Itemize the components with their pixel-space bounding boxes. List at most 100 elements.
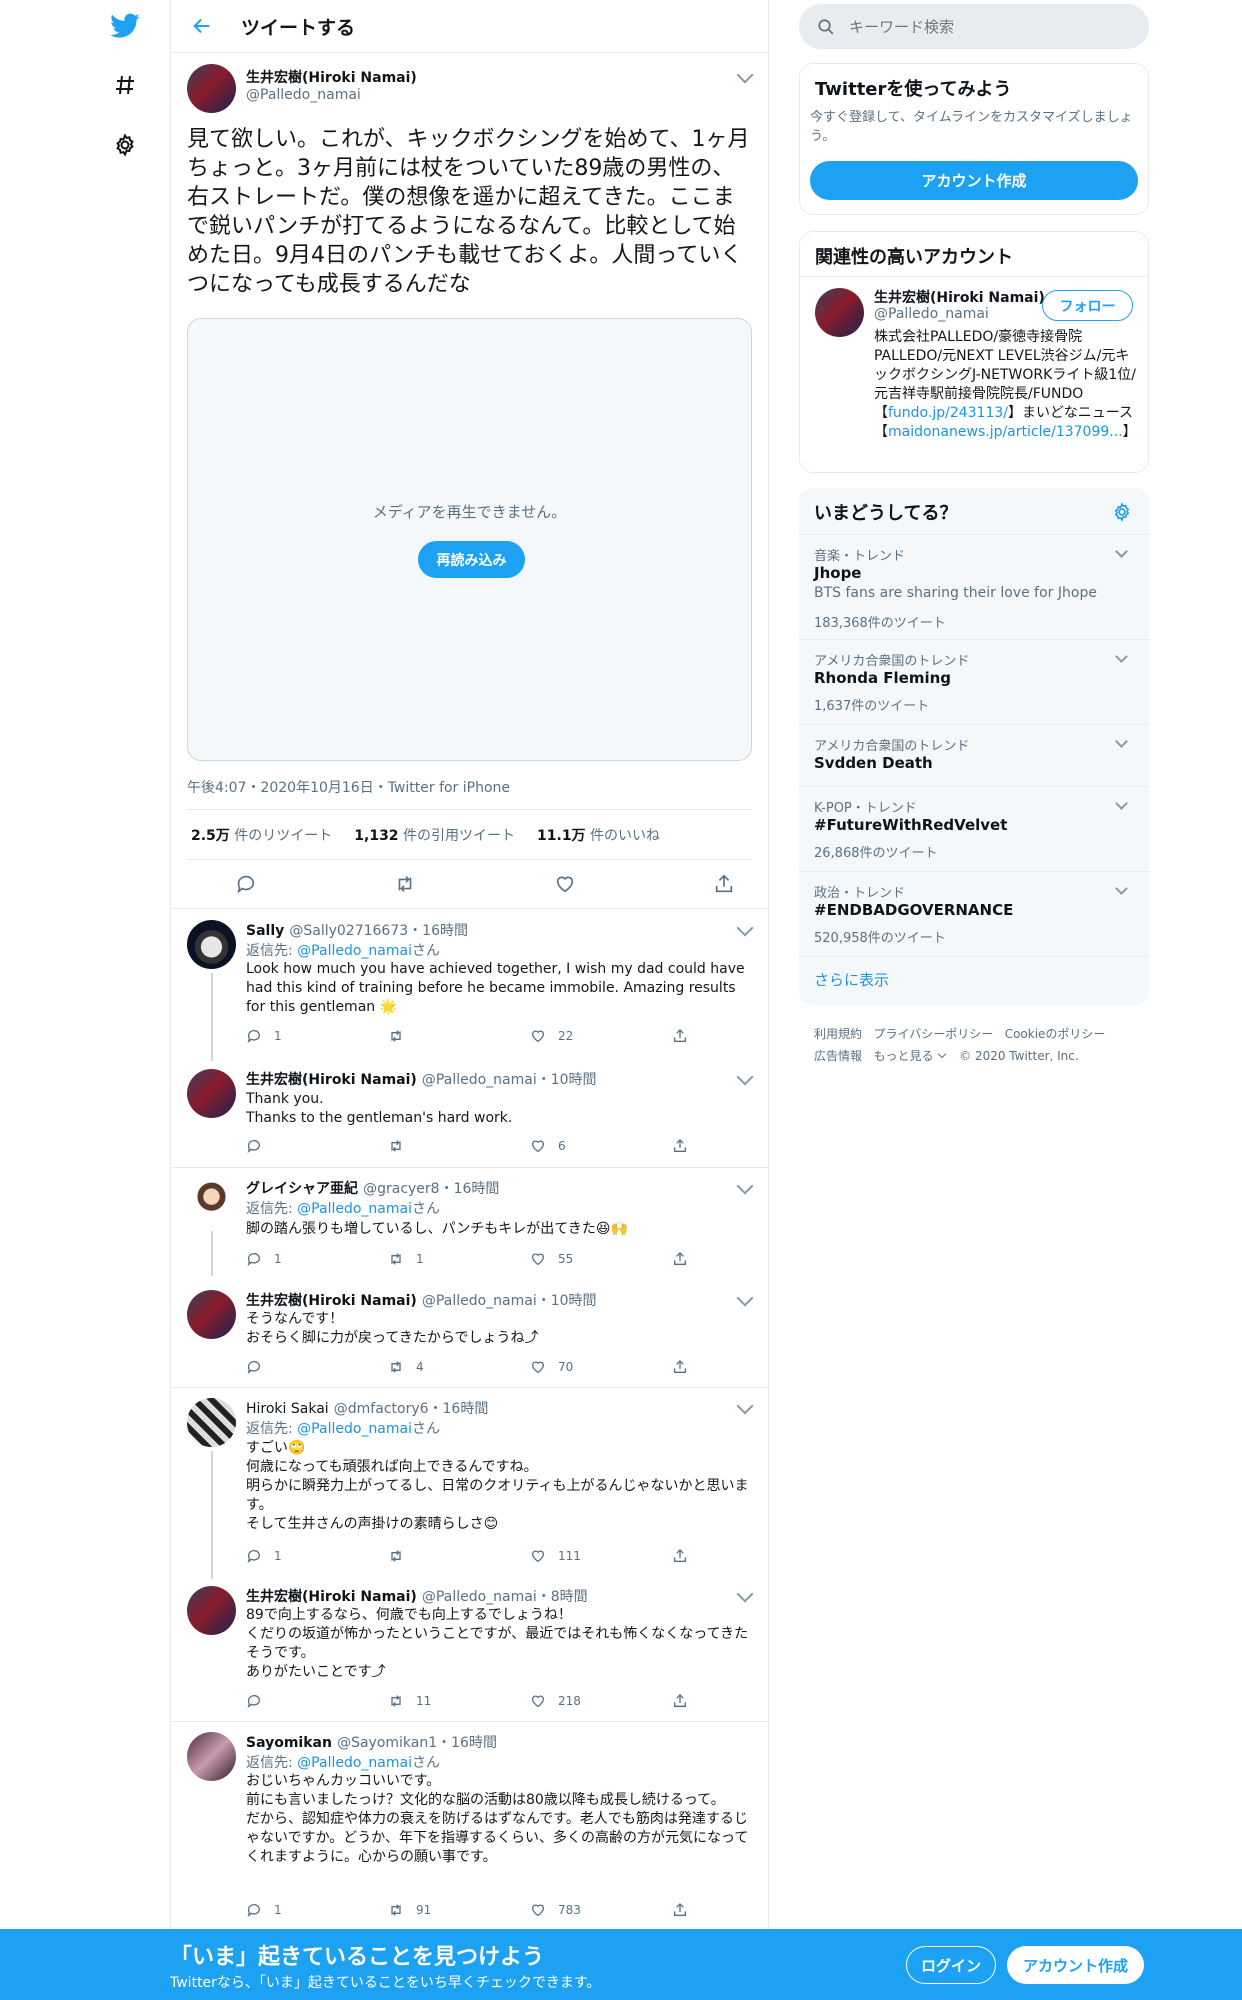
search-input[interactable] bbox=[849, 17, 1129, 36]
author-name[interactable]: 生井宏樹(Hiroki Namai) bbox=[246, 1589, 417, 1605]
like-button[interactable]: 70 bbox=[530, 1359, 672, 1375]
trend-item[interactable]: 政治・トレンド #ENDBADGOVERNANCE 520,958件のツイート bbox=[799, 871, 1149, 956]
share-button[interactable] bbox=[672, 1138, 814, 1154]
like-stat[interactable]: 11.1万 件のいいね bbox=[537, 825, 660, 845]
reply-tweet[interactable]: グレイシャア亜紀 @gracyer8・16時間 返信先: @Palledo_na… bbox=[171, 1168, 768, 1276]
chevron-down-icon[interactable] bbox=[736, 1397, 754, 1415]
trend-item[interactable]: アメリカ合衆国のトレンド Rhonda Fleming 1,637件のツイート bbox=[799, 639, 1149, 724]
settings-gear-icon[interactable] bbox=[109, 129, 141, 161]
share-icon[interactable] bbox=[713, 873, 735, 895]
trend-item[interactable]: アメリカ合衆国のトレンド Svdden Death bbox=[799, 724, 1149, 786]
reply-tweet[interactable]: Sally @Sally02716673・16時間 返信先: @Palledo_… bbox=[171, 909, 768, 1061]
account-name[interactable]: 生井宏樹(Hiroki Namai) bbox=[874, 287, 1045, 307]
chevron-down-icon[interactable] bbox=[1115, 735, 1128, 748]
reply-button[interactable] bbox=[246, 1693, 388, 1709]
reply-button[interactable]: 1 bbox=[246, 1028, 388, 1044]
follow-button[interactable]: フォロー bbox=[1042, 290, 1133, 321]
footer-link[interactable]: もっと見る bbox=[873, 1049, 933, 1063]
reply-tweet[interactable]: Hiroki Sakai @dmfactory6・16時間 返信先: @Pall… bbox=[171, 1388, 768, 1579]
tweet-time[interactable]: ・10時間 bbox=[537, 1293, 597, 1309]
retweet-button[interactable] bbox=[388, 1028, 530, 1044]
login-button[interactable]: ログイン bbox=[906, 1946, 996, 1984]
avatar[interactable] bbox=[187, 1586, 236, 1635]
avatar[interactable] bbox=[187, 920, 236, 969]
chevron-down-icon[interactable] bbox=[736, 1289, 754, 1307]
chevron-down-icon[interactable] bbox=[736, 919, 754, 937]
author-handle[interactable]: @Palledo_namai bbox=[422, 1072, 537, 1088]
avatar[interactable] bbox=[815, 288, 864, 337]
author-name[interactable]: Sayomikan bbox=[246, 1735, 332, 1751]
author-name[interactable]: 生井宏樹(Hiroki Namai) bbox=[246, 67, 417, 87]
reply-icon[interactable] bbox=[235, 873, 257, 895]
share-button[interactable] bbox=[672, 1251, 814, 1267]
avatar[interactable] bbox=[187, 1178, 236, 1227]
reply-tweet[interactable]: 生井宏樹(Hiroki Namai) @Palledo_namai・10時間 T… bbox=[171, 1059, 768, 1167]
like-icon[interactable] bbox=[554, 873, 576, 895]
share-button[interactable] bbox=[672, 1359, 814, 1375]
retweet-stat[interactable]: 2.5万 件のリツイート bbox=[191, 825, 332, 845]
like-button[interactable]: 218 bbox=[530, 1693, 672, 1709]
trend-item[interactable]: K-POP・トレンド #FutureWithRedVelvet 26,868件の… bbox=[799, 786, 1149, 871]
footer-link[interactable]: Cookieのポリシー bbox=[1005, 1027, 1106, 1041]
tweet-time[interactable]: ・16時間 bbox=[440, 1181, 500, 1197]
reply-button[interactable]: 1 bbox=[246, 1902, 388, 1918]
author-handle[interactable]: @Palledo_namai bbox=[422, 1293, 537, 1309]
search-bar[interactable] bbox=[799, 4, 1149, 49]
reply-button[interactable] bbox=[246, 1359, 388, 1375]
show-more-row[interactable]: さらに表示 bbox=[799, 956, 1149, 1005]
account-handle[interactable]: @Palledo_namai bbox=[874, 306, 989, 322]
retweet-button[interactable]: 1 bbox=[388, 1251, 530, 1267]
chevron-down-icon[interactable] bbox=[736, 1068, 754, 1086]
footer-link[interactable]: 広告情報 bbox=[814, 1049, 862, 1063]
tweet-time[interactable]: ・8時間 bbox=[537, 1589, 588, 1605]
tweet-time[interactable]: ・16時間 bbox=[408, 923, 468, 939]
reload-button[interactable]: 再読み込み bbox=[418, 541, 525, 578]
author-name[interactable]: Sally bbox=[246, 923, 284, 939]
reply-to-link[interactable]: @Palledo_namai bbox=[297, 1755, 412, 1771]
author-handle[interactable]: @dmfactory6 bbox=[334, 1401, 429, 1417]
trends-settings-gear-icon[interactable] bbox=[1112, 502, 1132, 522]
chevron-down-icon[interactable] bbox=[1115, 882, 1128, 895]
bio-link[interactable]: fundo.jp/243113/ bbox=[888, 405, 1008, 421]
author-name[interactable]: 生井宏樹(Hiroki Namai) bbox=[246, 1293, 417, 1309]
chevron-down-icon[interactable] bbox=[1115, 797, 1128, 810]
reply-tweet[interactable]: Sayomikan @Sayomikan1・16時間 返信先: @Palledo… bbox=[171, 1722, 768, 1930]
reply-tweet[interactable]: 生井宏樹(Hiroki Namai) @Palledo_namai・10時間 そ… bbox=[171, 1280, 768, 1386]
chevron-down-icon[interactable] bbox=[736, 1177, 754, 1195]
author-name[interactable]: 生井宏樹(Hiroki Namai) bbox=[246, 1072, 417, 1088]
explore-hashtag-icon[interactable] bbox=[109, 69, 141, 101]
tweet-time[interactable]: ・10時間 bbox=[537, 1072, 597, 1088]
like-button[interactable]: 6 bbox=[530, 1138, 672, 1154]
back-arrow-icon[interactable] bbox=[191, 15, 213, 37]
reply-to-link[interactable]: @Palledo_namai bbox=[297, 943, 412, 959]
create-account-button[interactable]: アカウント作成 bbox=[810, 161, 1138, 200]
reply-button[interactable] bbox=[246, 1138, 388, 1154]
like-button[interactable]: 55 bbox=[530, 1251, 672, 1267]
tweet-meta[interactable]: 午後4:07・2020年10月16日・Twitter for iPhone bbox=[187, 777, 510, 797]
twitter-logo-icon[interactable] bbox=[109, 10, 141, 42]
reply-tweet[interactable]: 生井宏樹(Hiroki Namai) @Palledo_namai・8時間 89… bbox=[171, 1576, 768, 1721]
retweet-button[interactable]: 4 bbox=[388, 1359, 530, 1375]
retweet-button[interactable] bbox=[388, 1548, 530, 1564]
retweet-button[interactable]: 91 bbox=[388, 1902, 530, 1918]
like-button[interactable]: 22 bbox=[530, 1028, 672, 1044]
author-handle[interactable]: @Sally02716673 bbox=[289, 923, 408, 939]
reply-to-link[interactable]: @Palledo_namai bbox=[297, 1201, 412, 1217]
reply-button[interactable]: 1 bbox=[246, 1251, 388, 1267]
chevron-down-icon[interactable] bbox=[938, 1049, 947, 1059]
avatar[interactable] bbox=[187, 1069, 236, 1118]
footer-link[interactable]: プライバシーポリシー bbox=[873, 1027, 993, 1041]
avatar[interactable] bbox=[187, 1290, 236, 1339]
chevron-down-icon[interactable] bbox=[736, 1585, 754, 1603]
share-button[interactable] bbox=[672, 1548, 814, 1564]
chevron-down-icon[interactable] bbox=[1115, 650, 1128, 663]
author-handle[interactable]: @Sayomikan1 bbox=[337, 1735, 437, 1751]
show-more-link[interactable]: さらに表示 bbox=[814, 969, 889, 990]
chevron-down-icon[interactable] bbox=[736, 66, 754, 84]
chevron-down-icon[interactable] bbox=[1115, 545, 1128, 558]
author-name[interactable]: Hiroki Sakai bbox=[246, 1401, 329, 1417]
reply-to-link[interactable]: @Palledo_namai bbox=[297, 1421, 412, 1437]
author-handle[interactable]: @Palledo_namai bbox=[422, 1589, 537, 1605]
quote-stat[interactable]: 1,132 件の引用ツイート bbox=[354, 825, 515, 845]
share-button[interactable] bbox=[672, 1028, 814, 1044]
